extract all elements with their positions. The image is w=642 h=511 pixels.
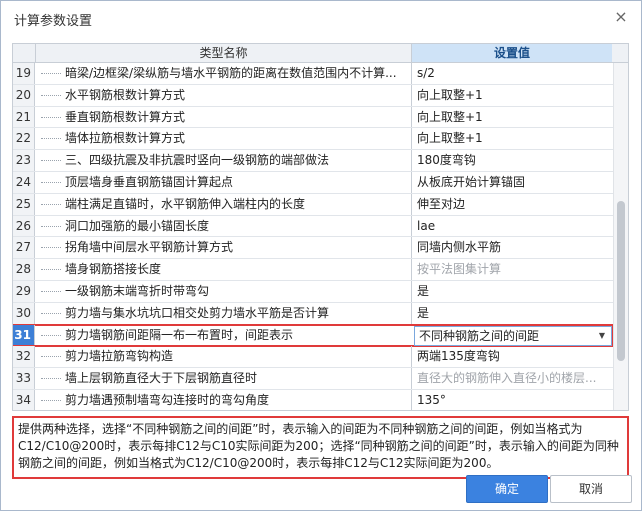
parameter-value[interactable]: 向上取整+1: [411, 106, 612, 128]
parameter-name: 三、四级抗震及非抗震时竖向一级钢筋的端部做法: [65, 153, 330, 168]
parameter-value[interactable]: 直径大的钢筋伸入直径小的楼层...: [411, 368, 612, 389]
table-row[interactable]: 30 剪力墙与集水坑坑口相交处剪力墙水平筋是否计算 是: [13, 302, 613, 325]
table-row[interactable]: 26 洞口加强筋的最小锚固长度 lae: [13, 215, 613, 238]
row-number: 31: [13, 324, 35, 346]
chevron-down-icon[interactable]: ▼: [599, 327, 605, 345]
parameter-name: 剪力墙钢筋间距隔一布一布置时，间距表示: [65, 327, 294, 342]
tree-connector: [41, 73, 61, 74]
table-row[interactable]: 33 墙上层钢筋直径大于下层钢筋直径时 直径大的钢筋伸入直径小的楼层...: [13, 368, 613, 390]
value-column-header: 设置值: [412, 44, 612, 62]
tree-connector: [41, 356, 61, 358]
tree-connector: [41, 138, 61, 140]
description-box: 提供两种选择，选择“不同种钢筋之间的间距”时，表示输入的间距为不同种钢筋之间的间…: [12, 416, 629, 479]
parameter-name: 墙身钢筋搭接长度: [65, 262, 162, 277]
cancel-button[interactable]: 取消: [550, 475, 632, 503]
parameter-value[interactable]: 从板底开始计算锚固: [411, 171, 612, 193]
row-number: 29: [13, 280, 35, 302]
table-row[interactable]: 22 墙体拉筋根数计算方式 向上取整+1: [13, 128, 613, 151]
table-row[interactable]: 25 端柱满足直锚时，水平钢筋伸入端柱内的长度 伸至对边: [13, 193, 613, 216]
table-row[interactable]: 24 顶层墙身垂直钢筋锚固计算起点 从板底开始计算锚固: [13, 171, 613, 194]
row-number: 32: [13, 346, 35, 368]
table-row[interactable]: 19 暗梁/边框梁/梁纵筋与墙水平钢筋的距离在数值范围内不计算... s/2: [13, 63, 613, 85]
parameter-name: 洞口加强筋的最小锚固长度: [65, 218, 210, 233]
parameter-value[interactable]: 是: [411, 302, 612, 324]
table-row[interactable]: 21 垂直钢筋根数计算方式 向上取整+1: [13, 106, 613, 129]
dialog-title: 计算参数设置: [14, 14, 93, 29]
parameter-value[interactable]: 按平法图集计算: [411, 259, 612, 280]
tree-connector: [41, 203, 61, 205]
tree-connector: [41, 399, 61, 401]
close-icon[interactable]: ×: [611, 7, 631, 27]
table-header: 类型名称 设置值: [13, 44, 628, 63]
tree-connector: [41, 160, 61, 162]
parameter-name: 墙体拉筋根数计算方式: [65, 131, 186, 146]
tree-connector: [41, 290, 61, 292]
parameter-name: 拐角墙中间层水平钢筋计算方式: [65, 240, 234, 255]
table-row[interactable]: 29 一级钢筋末端弯折时带弯勾 是: [13, 280, 613, 303]
parameter-name: 一级钢筋末端弯折时带弯勾: [65, 283, 210, 298]
parameter-value[interactable]: 向上取整+1: [411, 84, 612, 106]
row-number: 30: [13, 302, 35, 324]
table-row[interactable]: 23 三、四级抗震及非抗震时竖向一级钢筋的端部做法 180度弯钩: [13, 150, 613, 172]
tree-connector: [41, 181, 61, 183]
parameter-table: 类型名称 设置值 19 暗梁/边框梁/梁纵筋与墙水平钢筋的距离在数值范围内不计算.…: [12, 43, 629, 411]
ok-button[interactable]: 确定: [466, 475, 548, 503]
parameter-value[interactable]: 两端135度弯钩: [411, 346, 612, 368]
row-number: 28: [13, 259, 35, 280]
row-number: 26: [13, 215, 35, 237]
parameter-value[interactable]: 180度弯钩: [411, 150, 612, 171]
tree-connector: [41, 94, 61, 96]
row-number: 33: [13, 368, 35, 389]
title-bar: 计算参数设置 ×: [1, 1, 641, 35]
tree-connector: [41, 225, 61, 227]
dropdown-selected-value: 不同种钢筋之间的间距: [419, 328, 540, 343]
table-body: 19 暗梁/边框梁/梁纵筋与墙水平钢筋的距离在数值范围内不计算... s/2 20 水平…: [13, 63, 614, 410]
name-column-header: 类型名称: [36, 44, 412, 62]
row-number: 22: [13, 128, 35, 150]
table-row[interactable]: 34 剪力墙遇预制墙弯勾连接时的弯勾角度 135°: [13, 389, 613, 410]
parameter-value[interactable]: 伸至对边: [411, 193, 612, 215]
table-row[interactable]: 27 拐角墙中间层水平钢筋计算方式 同墙内侧水平筋: [13, 237, 613, 260]
parameter-name: 顶层墙身垂直钢筋锚固计算起点: [65, 174, 234, 189]
tree-connector: [41, 312, 61, 314]
settings-dialog: 计算参数设置 × 类型名称 设置值 19 暗梁/边框梁/梁纵筋与墙水平钢筋的距离在…: [0, 0, 642, 511]
tree-connector: [41, 247, 61, 249]
row-number: 20: [13, 84, 35, 106]
parameter-name: 剪力墙遇预制墙弯勾连接时的弯勾角度: [65, 392, 270, 407]
parameter-name: 剪力墙与集水坑坑口相交处剪力墙水平筋是否计算: [65, 305, 330, 320]
vertical-scrollbar[interactable]: [613, 63, 628, 410]
row-number: 25: [13, 193, 35, 215]
table-row[interactable]: 31 剪力墙钢筋间距隔一布一布置时，间距表示 不同种钢筋之间的间距 ▼: [13, 323, 614, 348]
scrollbar-thumb[interactable]: [617, 201, 625, 361]
row-number-header: [13, 44, 36, 62]
parameter-name: 暗梁/边框梁/梁纵筋与墙水平钢筋的距离在数值范围内不计算...: [65, 66, 397, 80]
tree-connector: [41, 334, 61, 336]
parameter-name: 剪力墙拉筋弯钩构造: [65, 349, 174, 364]
tree-connector: [41, 269, 61, 271]
table-row[interactable]: 32 剪力墙拉筋弯钩构造 两端135度弯钩: [13, 346, 613, 369]
parameter-name: 端柱满足直锚时，水平钢筋伸入端柱内的长度: [65, 196, 306, 211]
row-number: 23: [13, 150, 35, 171]
tree-connector: [41, 116, 61, 118]
row-number: 24: [13, 171, 35, 193]
parameter-value[interactable]: 同墙内侧水平筋: [411, 237, 612, 259]
row-number: 34: [13, 389, 35, 410]
value-dropdown[interactable]: 不同种钢筋之间的间距 ▼: [414, 325, 612, 346]
parameter-value[interactable]: lae: [411, 215, 612, 237]
parameter-value[interactable]: 是: [411, 280, 612, 302]
row-number: 27: [13, 237, 35, 259]
tree-connector: [41, 378, 61, 380]
table-row[interactable]: 20 水平钢筋根数计算方式 向上取整+1: [13, 84, 613, 107]
parameter-value[interactable]: 135°: [411, 389, 612, 410]
row-number: 21: [13, 106, 35, 128]
parameter-name: 水平钢筋根数计算方式: [65, 87, 186, 102]
parameter-value[interactable]: 向上取整+1: [411, 128, 612, 150]
parameter-name: 垂直钢筋根数计算方式: [65, 109, 186, 124]
row-number: 19: [13, 63, 35, 84]
parameter-value[interactable]: s/2: [411, 63, 612, 84]
table-row[interactable]: 28 墙身钢筋搭接长度 按平法图集计算: [13, 259, 613, 281]
parameter-name: 墙上层钢筋直径大于下层钢筋直径时: [65, 371, 258, 386]
